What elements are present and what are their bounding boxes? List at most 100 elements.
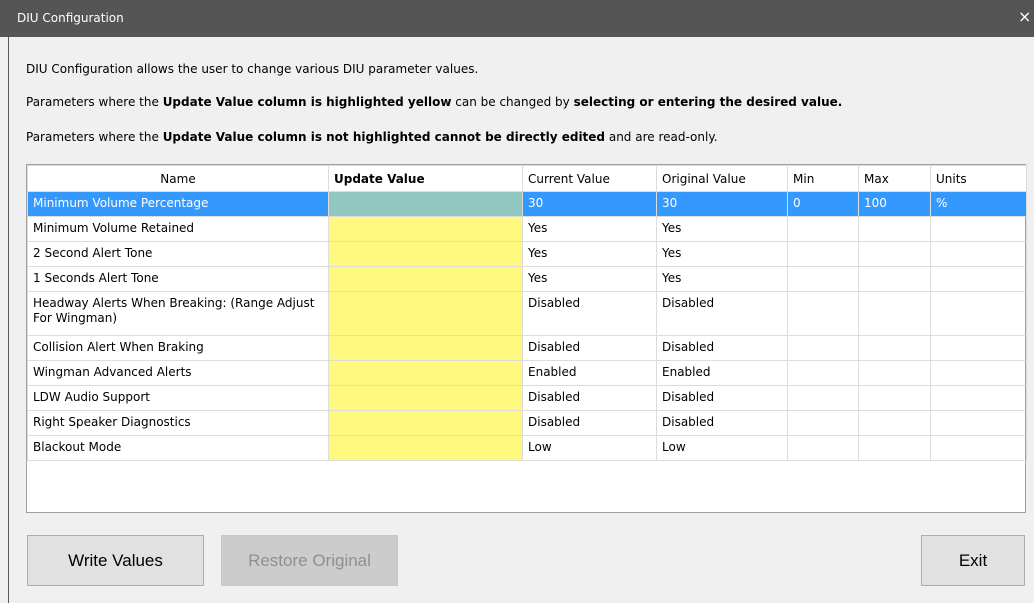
cell-name: Minimum Volume Percentage: [27, 191, 329, 217]
cell-max: [858, 335, 931, 361]
cell-name: Collision Alert When Braking: [27, 335, 329, 361]
column-header-units[interactable]: Units: [930, 165, 1027, 192]
table-row[interactable]: 1 Seconds Alert Tone Yes Yes: [27, 266, 1027, 292]
description-text: can be changed by: [451, 95, 574, 109]
cell-max: [858, 435, 931, 461]
cell-original-value: Yes: [656, 241, 788, 267]
description-text: Parameters where the: [26, 95, 163, 109]
table-row[interactable]: Right Speaker Diagnostics Disabled Disab…: [27, 410, 1027, 436]
cell-max: [858, 266, 931, 292]
description-line-1: DIU Configuration allows the user to cha…: [26, 62, 479, 76]
table-row[interactable]: Minimum Volume Retained Yes Yes: [27, 216, 1027, 242]
cell-max: [858, 410, 931, 436]
restore-original-button[interactable]: Restore Original: [221, 535, 398, 586]
cell-units: [930, 335, 1027, 361]
cell-units: [930, 360, 1027, 386]
cell-units: [930, 385, 1027, 411]
cell-name: Headway Alerts When Breaking: (Range Adj…: [27, 291, 329, 336]
cell-name: Minimum Volume Retained: [27, 216, 329, 242]
cell-max: [858, 291, 931, 336]
table-row[interactable]: Headway Alerts When Breaking: (Range Adj…: [27, 291, 1027, 336]
table-row[interactable]: 2 Second Alert Tone Yes Yes: [27, 241, 1027, 267]
column-header-max[interactable]: Max: [858, 165, 931, 192]
cell-min: [787, 435, 859, 461]
cell-update-value[interactable]: [328, 291, 523, 336]
cell-original-value: Low: [656, 435, 788, 461]
cell-original-value: Disabled: [656, 410, 788, 436]
description-line-2: Parameters where the Update Value column…: [26, 95, 842, 109]
cell-update-value[interactable]: [328, 385, 523, 411]
cell-original-value: Disabled: [656, 291, 788, 336]
cell-current-value: Yes: [522, 266, 657, 292]
cell-original-value: Disabled: [656, 385, 788, 411]
cell-original-value: 30: [656, 191, 788, 217]
cell-name: Wingman Advanced Alerts: [27, 360, 329, 386]
cell-current-value: Enabled: [522, 360, 657, 386]
cell-update-value[interactable]: [328, 410, 523, 436]
cell-min: [787, 216, 859, 242]
cell-current-value: Disabled: [522, 291, 657, 336]
description-line-3: Parameters where the Update Value column…: [26, 130, 718, 144]
column-header-original-value[interactable]: Original Value: [656, 165, 788, 192]
cell-current-value: Yes: [522, 216, 657, 242]
column-header-update-value[interactable]: Update Value: [328, 165, 523, 192]
column-header-current-value[interactable]: Current Value: [522, 165, 657, 192]
exit-button[interactable]: Exit: [921, 535, 1025, 586]
cell-original-value: Enabled: [656, 360, 788, 386]
cell-min: [787, 241, 859, 267]
cell-units: [930, 435, 1027, 461]
cell-current-value: Disabled: [522, 410, 657, 436]
cell-min: [787, 335, 859, 361]
cell-max: [858, 216, 931, 242]
cell-current-value: 30: [522, 191, 657, 217]
cell-original-value: Disabled: [656, 335, 788, 361]
write-values-button[interactable]: Write Values: [27, 535, 204, 586]
parameter-table: Name Update Value Current Value Original…: [27, 165, 1027, 461]
cell-name: Right Speaker Diagnostics: [27, 410, 329, 436]
cell-name: 2 Second Alert Tone: [27, 241, 329, 267]
cell-max: 100: [858, 191, 931, 217]
cell-min: [787, 360, 859, 386]
cell-update-value[interactable]: [328, 241, 523, 267]
window-title: DIU Configuration: [17, 11, 124, 25]
column-header-name[interactable]: Name: [27, 165, 329, 192]
cell-current-value: Disabled: [522, 335, 657, 361]
description-text: and are read-only.: [605, 130, 718, 144]
table-row[interactable]: Collision Alert When Braking Disabled Di…: [27, 335, 1027, 361]
cell-units: [930, 216, 1027, 242]
cell-units: [930, 266, 1027, 292]
cell-units: [930, 241, 1027, 267]
cell-current-value: Disabled: [522, 385, 657, 411]
cell-min: [787, 291, 859, 336]
title-bar: DIU Configuration ×: [0, 0, 1034, 37]
cell-current-value: Yes: [522, 241, 657, 267]
cell-min: [787, 266, 859, 292]
description-emphasis: Update Value column is highlighted yello…: [162, 95, 452, 109]
cell-update-value[interactable]: [328, 216, 523, 242]
table-row[interactable]: Minimum Volume Percentage 30 30 0 100 %: [27, 191, 1027, 217]
cell-name: LDW Audio Support: [27, 385, 329, 411]
parameter-grid[interactable]: Name Update Value Current Value Original…: [26, 164, 1027, 513]
cell-update-value[interactable]: [328, 435, 523, 461]
cell-update-value[interactable]: [328, 335, 523, 361]
cell-max: [858, 360, 931, 386]
close-icon[interactable]: ×: [1018, 8, 1031, 26]
cell-update-value[interactable]: [328, 266, 523, 292]
cell-current-value: Low: [522, 435, 657, 461]
cell-max: [858, 241, 931, 267]
cell-name: Blackout Mode: [27, 435, 329, 461]
description-text: Parameters where the: [26, 130, 163, 144]
cell-original-value: Yes: [656, 266, 788, 292]
table-row[interactable]: LDW Audio Support Disabled Disabled: [27, 385, 1027, 411]
cell-update-value[interactable]: [328, 191, 523, 217]
cell-min: [787, 410, 859, 436]
cell-min: [787, 385, 859, 411]
cell-update-value[interactable]: [328, 360, 523, 386]
cell-units: [930, 291, 1027, 336]
header-row: Name Update Value Current Value Original…: [27, 165, 1027, 192]
description-emphasis: Update Value column is not highlighted c…: [162, 130, 606, 144]
column-header-min[interactable]: Min: [787, 165, 859, 192]
table-row[interactable]: Blackout Mode Low Low: [27, 435, 1027, 461]
table-row[interactable]: Wingman Advanced Alerts Enabled Enabled: [27, 360, 1027, 386]
cell-max: [858, 385, 931, 411]
